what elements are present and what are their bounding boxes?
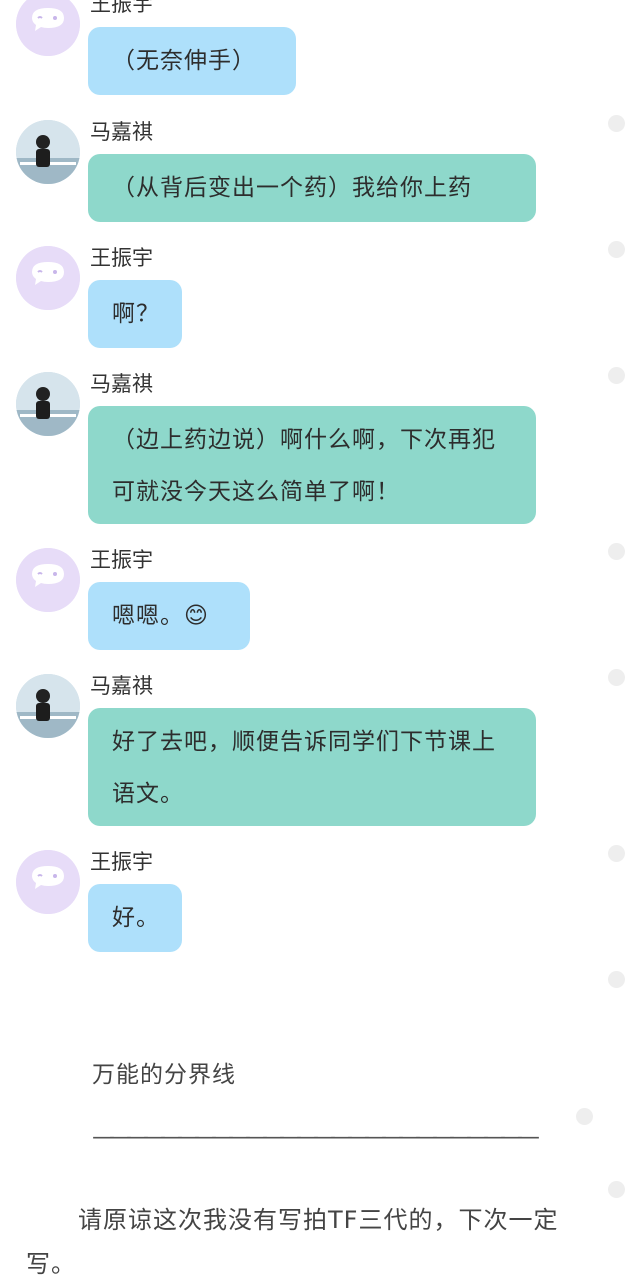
divider-title: 万能的分界线 xyxy=(92,1062,236,1088)
sender-name: 王振宇 xyxy=(90,246,153,270)
message-bubble[interactable]: 好。 xyxy=(88,884,182,952)
avatar-wangzhenyu[interactable] xyxy=(16,0,80,56)
sender-name: 马嘉祺 xyxy=(90,120,153,144)
scroll-dot xyxy=(608,669,625,686)
avatar-majiaqi[interactable] xyxy=(16,372,80,436)
scroll-dot xyxy=(608,241,625,258)
person-photo-icon xyxy=(16,674,80,738)
avatar-majiaqi[interactable] xyxy=(16,674,80,738)
message-bubble[interactable]: 啊？ xyxy=(88,280,182,348)
scroll-dot xyxy=(608,971,625,988)
sender-name: 王振宇 xyxy=(90,548,153,572)
scroll-dot xyxy=(576,1108,593,1125)
closing-note: 请原谅这次我没有写拍TF三代的，下次一定写。 xyxy=(26,1206,559,1278)
person-photo-icon xyxy=(16,372,80,436)
scroll-dot xyxy=(608,1181,625,1198)
avatar-wangzhenyu[interactable] xyxy=(16,548,80,612)
message-bubble[interactable]: 嗯嗯。😊 xyxy=(88,582,250,650)
message-bubble[interactable]: （边上药边说）啊什么啊，下次再犯可就没今天这么简单了啊！ xyxy=(88,406,536,524)
sender-name: 马嘉祺 xyxy=(90,372,153,396)
sender-name: 王振宇 xyxy=(90,850,153,874)
scroll-dot xyxy=(608,115,625,132)
scroll-dot xyxy=(608,543,625,560)
divider-line: —————————————————————————— xyxy=(92,1124,540,1150)
avatar-wangzhenyu[interactable] xyxy=(16,850,80,914)
message-bubble[interactable]: 好了去吧，顺便告诉同学们下节课上语文。 xyxy=(88,708,536,826)
message-bubble[interactable]: （从背后变出一个药）我给你上药 xyxy=(88,154,536,222)
chat-bubble-face-icon xyxy=(16,548,80,612)
scroll-dot xyxy=(608,367,625,384)
sender-name: 马嘉祺 xyxy=(90,674,153,698)
chat-bubble-face-icon xyxy=(16,850,80,914)
chat-bubble-face-icon xyxy=(16,0,80,56)
avatar-wangzhenyu[interactable] xyxy=(16,246,80,310)
scroll-dot xyxy=(608,845,625,862)
avatar-majiaqi[interactable] xyxy=(16,120,80,184)
person-photo-icon xyxy=(16,120,80,184)
sender-name: 王振宇 xyxy=(90,0,153,16)
chat-bubble-face-icon xyxy=(16,246,80,310)
message-bubble[interactable]: （无奈伸手） xyxy=(88,27,296,95)
